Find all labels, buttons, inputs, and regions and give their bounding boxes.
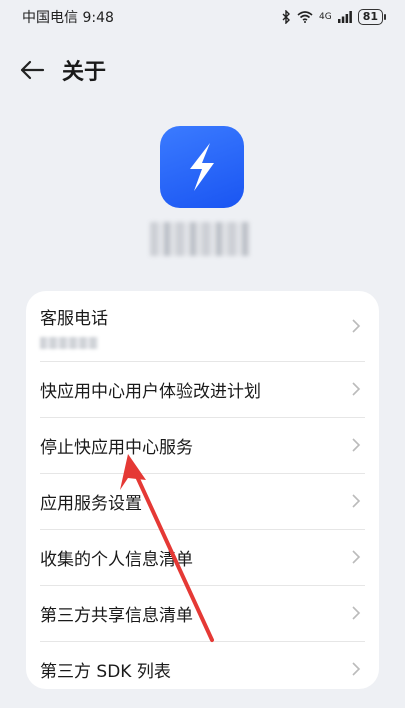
menu-item-ux-program[interactable]: 快应用中心用户体验改进计划 <box>26 361 379 417</box>
menu-item-third-party-sdk[interactable]: 第三方 SDK 列表 <box>26 641 379 689</box>
chevron-right-icon <box>352 438 361 452</box>
chevron-right-icon <box>352 550 361 564</box>
app-name-redacted <box>150 222 250 256</box>
menu-item-label: 第三方 SDK 列表 <box>40 661 171 682</box>
page-title: 关于 <box>62 60 107 85</box>
status-bar: 中国电信 9:48 4G 81 <box>0 0 405 34</box>
chevron-right-icon <box>352 662 361 676</box>
back-arrow-icon <box>20 60 45 80</box>
wifi-icon <box>297 11 313 23</box>
menu-item-label: 快应用中心用户体验改进计划 <box>40 381 261 402</box>
menu-item-label: 第三方共享信息清单 <box>40 605 193 626</box>
menu-item-label: 停止快应用中心服务 <box>40 437 193 458</box>
chevron-right-icon <box>352 382 361 396</box>
app-icon <box>160 126 244 208</box>
bluetooth-icon <box>282 10 290 24</box>
header: 关于 <box>0 50 405 90</box>
about-menu-card: 客服电话 快应用中心用户体验改进计划 停止快应用中心服务 应用服务设置 收集的个… <box>26 291 379 689</box>
status-icons: 4G 81 <box>281 9 387 25</box>
chevron-right-icon <box>352 606 361 620</box>
chevron-right-icon <box>352 319 361 333</box>
lightning-icon <box>190 143 214 191</box>
menu-item-service-settings[interactable]: 应用服务设置 <box>26 473 379 529</box>
menu-item-third-party-sharing[interactable]: 第三方共享信息清单 <box>26 585 379 641</box>
menu-item-personal-info-list[interactable]: 收集的个人信息清单 <box>26 529 379 585</box>
menu-item-label: 应用服务设置 <box>40 493 142 514</box>
signal-icon <box>337 11 352 23</box>
network-type: 4G <box>318 12 332 22</box>
menu-item-label: 客服电话 <box>40 308 108 329</box>
carrier-time: 中国电信 9:48 <box>22 10 114 26</box>
back-button[interactable] <box>12 50 52 90</box>
menu-item-customer-service[interactable]: 客服电话 <box>26 291 379 361</box>
phone-number-redacted <box>40 336 98 349</box>
menu-item-stop-service[interactable]: 停止快应用中心服务 <box>26 417 379 473</box>
menu-item-label: 收集的个人信息清单 <box>40 549 193 570</box>
battery-icon: 81 <box>357 9 387 25</box>
chevron-right-icon <box>352 494 361 508</box>
